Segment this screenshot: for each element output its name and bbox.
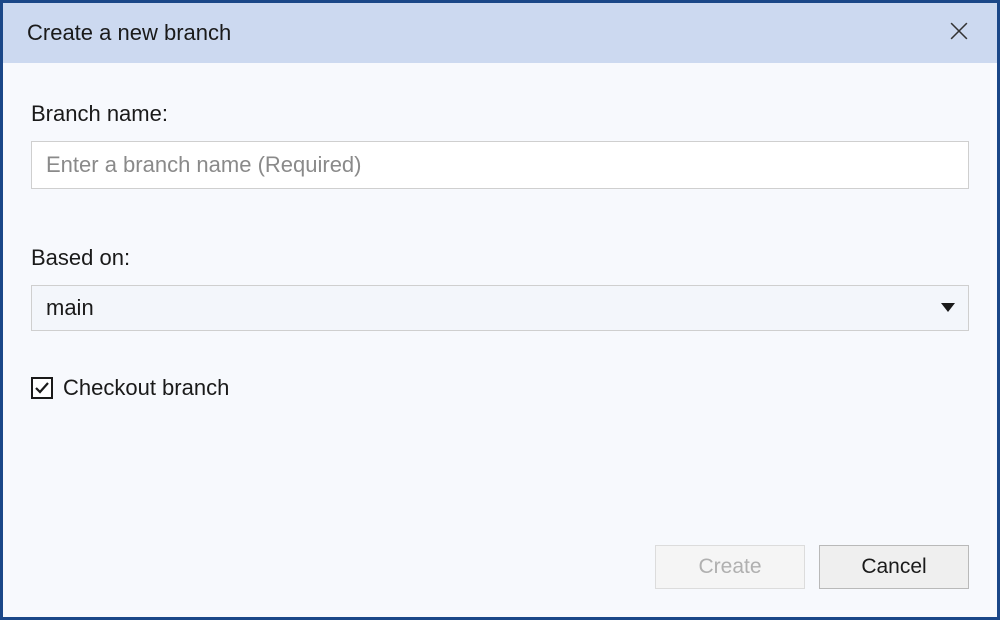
checkbox-box	[31, 377, 53, 399]
dialog-title: Create a new branch	[27, 20, 231, 46]
checkout-branch-checkbox[interactable]: Checkout branch	[31, 375, 969, 401]
branch-name-label: Branch name:	[31, 101, 969, 127]
based-on-select[interactable]: main	[31, 285, 969, 331]
cancel-button[interactable]: Cancel	[819, 545, 969, 589]
branch-name-input[interactable]	[31, 141, 969, 189]
close-icon	[950, 22, 968, 45]
close-button[interactable]	[945, 19, 973, 47]
dialog-content: Branch name: Based on: main Ch	[3, 63, 997, 545]
based-on-selected-value: main	[46, 295, 94, 321]
create-branch-dialog: Create a new branch Branch name: Based o…	[0, 0, 1000, 620]
checkmark-icon	[34, 380, 50, 396]
dialog-footer: Create Cancel	[3, 545, 997, 617]
based-on-label: Based on:	[31, 245, 969, 271]
titlebar: Create a new branch	[3, 3, 997, 63]
create-button[interactable]: Create	[655, 545, 805, 589]
checkout-branch-label: Checkout branch	[63, 375, 229, 401]
